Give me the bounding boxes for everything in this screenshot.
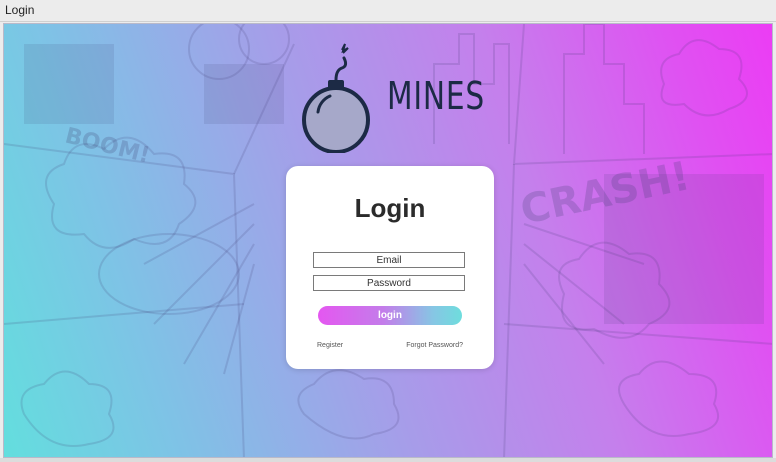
email-input[interactable] [313, 252, 465, 268]
register-link[interactable]: Register [317, 342, 343, 349]
login-screen: BOOM! CRASH! MINES Login login Register … [3, 23, 773, 458]
login-card: Login login Register Forgot Password? [286, 166, 494, 369]
bomb-icon [302, 43, 370, 153]
forgot-password-link[interactable]: Forgot Password? [406, 342, 463, 349]
boom-text: BOOM! [63, 124, 153, 169]
window-bottom-edge [0, 458, 776, 462]
window-title: Login [5, 3, 35, 17]
password-input[interactable] [313, 275, 465, 291]
window-titlebar: Login [0, 0, 776, 22]
brand-name: MINES [387, 74, 485, 118]
login-button[interactable]: login [318, 306, 462, 325]
login-heading: Login [354, 193, 426, 223]
